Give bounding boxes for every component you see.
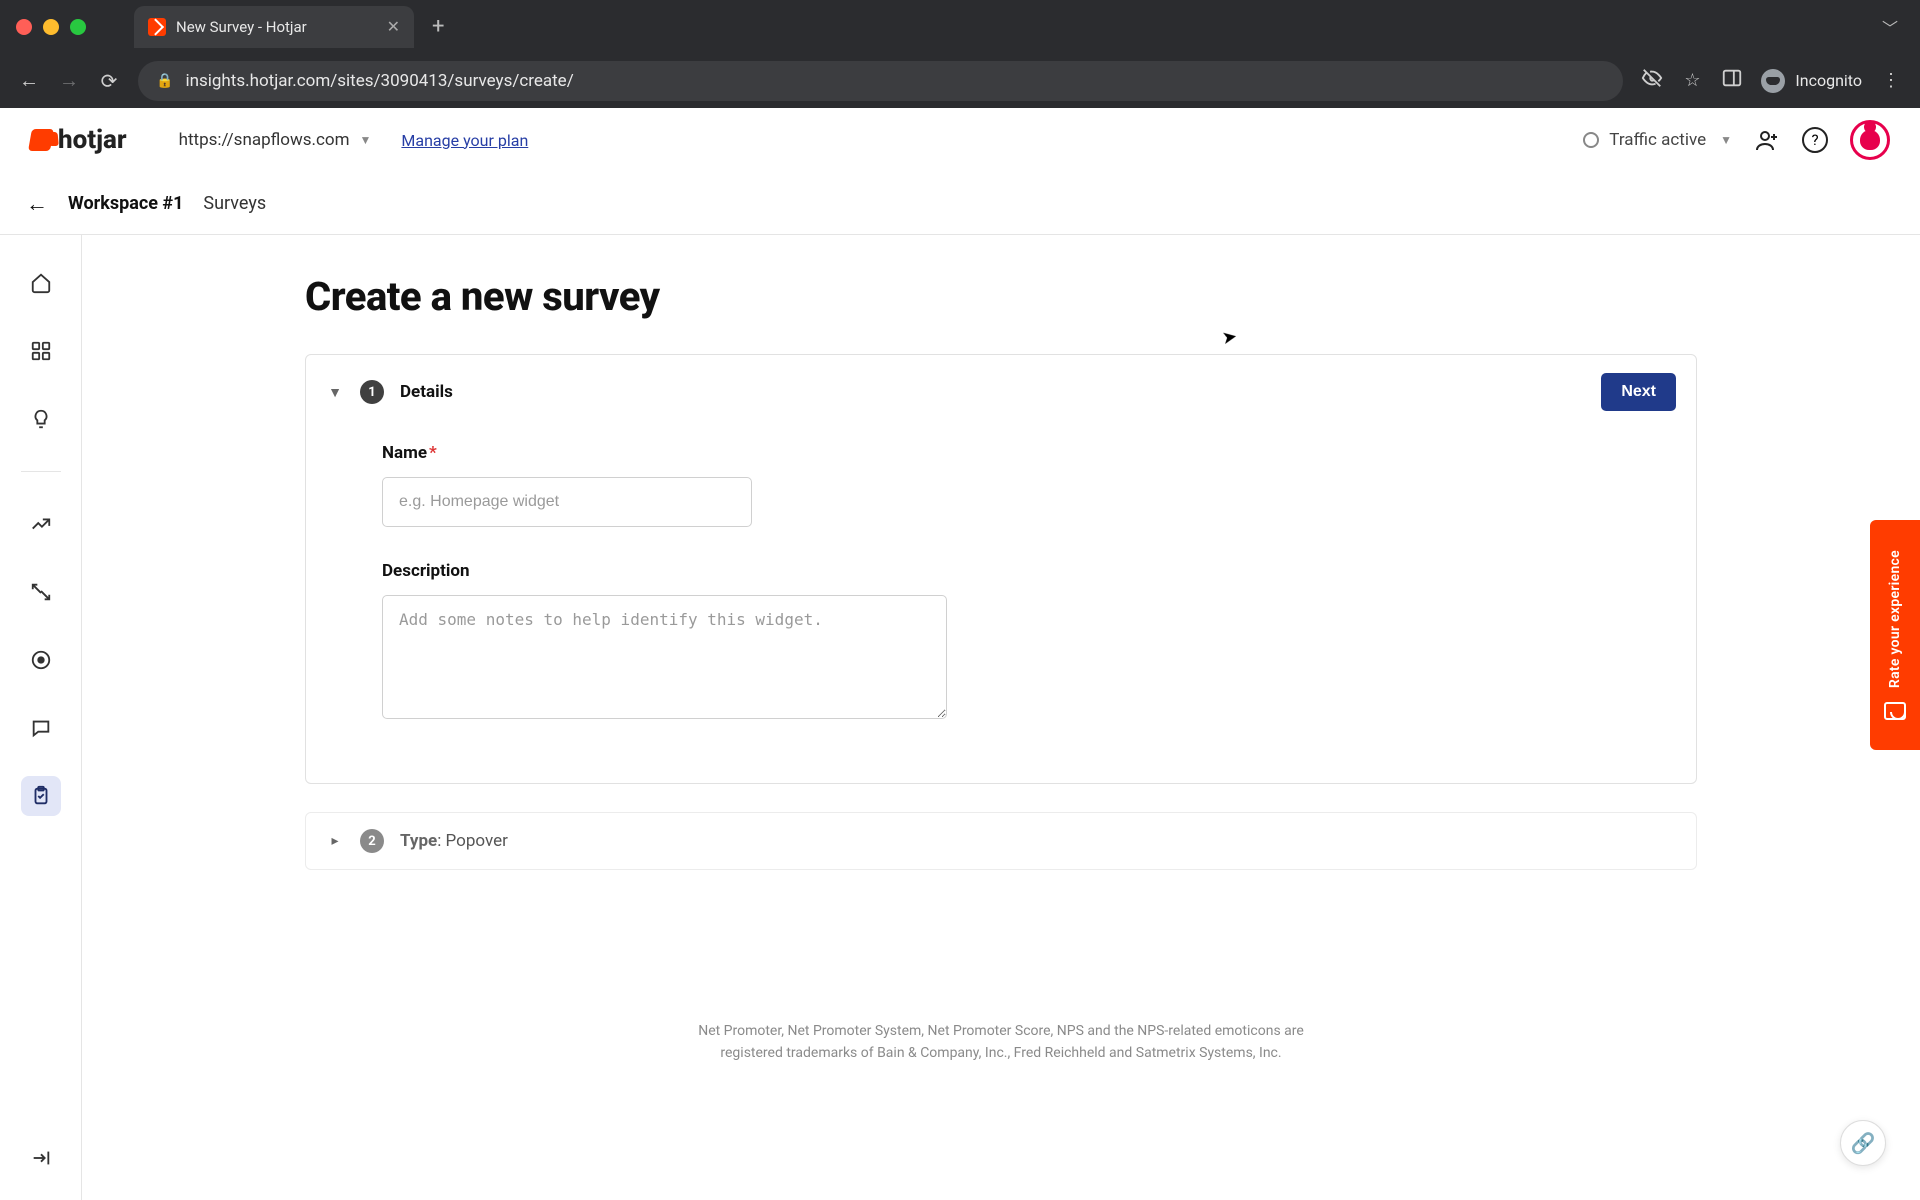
new-tab-button[interactable]: + <box>422 14 454 39</box>
site-selector-value: https://snapflows.com <box>179 130 350 150</box>
name-label-text: Name <box>382 443 427 463</box>
step-type-value: : Popover <box>437 831 508 851</box>
site-selector[interactable]: https://snapflows.com ▼ <box>179 130 372 150</box>
browser-forward-button[interactable]: → <box>58 68 80 93</box>
address-url: insights.hotjar.com/sites/3090413/survey… <box>185 71 573 91</box>
caret-right-icon: ▸ <box>326 833 344 849</box>
window-close-icon[interactable] <box>16 19 32 35</box>
status-dot-icon <box>1583 132 1599 148</box>
traffic-status-label: Traffic active <box>1609 130 1706 150</box>
feedback-tab-label: Rate your experience <box>1887 550 1903 688</box>
star-icon[interactable]: ☆ <box>1681 70 1703 91</box>
tab-strip: New Survey - Hotjar ✕ + ﹀ <box>0 0 1920 53</box>
step-number-badge: 2 <box>360 829 384 853</box>
name-field: Name* <box>382 443 1620 527</box>
window-controls <box>16 19 86 35</box>
incognito-indicator[interactable]: Incognito <box>1761 69 1862 93</box>
incognito-icon <box>1761 69 1785 93</box>
step-details-card: ▼ 1 Details Next Name* Description <box>305 354 1697 784</box>
lock-icon: 🔒 <box>156 73 173 89</box>
browser-tab[interactable]: New Survey - Hotjar ✕ <box>134 6 414 48</box>
hotjar-logo[interactable]: hotjar <box>30 125 127 155</box>
step-details-header[interactable]: ▼ 1 Details Next <box>306 355 1696 429</box>
footer-line1: Net Promoter, Net Promoter System, Net P… <box>681 1020 1321 1042</box>
page-title: Create a new survey <box>305 273 1697 320</box>
sidebar-highlights[interactable] <box>21 399 61 439</box>
app-body: Create a new survey ▼ 1 Details Next Nam… <box>0 235 1920 1200</box>
smile-icon <box>1884 702 1906 720</box>
sidebar-divider <box>21 471 61 472</box>
feedback-side-tab[interactable]: Rate your experience <box>1870 520 1920 750</box>
sidebar-collapse[interactable] <box>21 1138 61 1178</box>
invite-user-button[interactable] <box>1754 127 1780 153</box>
step-details-title: Details <box>400 382 453 402</box>
browser-menu-icon[interactable]: ⋮ <box>1880 70 1902 91</box>
chevron-down-icon: ▼ <box>360 133 372 147</box>
chevron-down-icon: ▼ <box>1720 133 1732 147</box>
main-content: Create a new survey ▼ 1 Details Next Nam… <box>82 235 1920 1200</box>
user-avatar[interactable] <box>1850 120 1890 160</box>
sidebar-home[interactable] <box>21 263 61 303</box>
manage-plan-link[interactable]: Manage your plan <box>401 131 528 150</box>
sidebar-feedback[interactable] <box>21 708 61 748</box>
window-minimize-icon[interactable] <box>43 19 59 35</box>
flame-icon <box>28 129 54 151</box>
panel-icon[interactable] <box>1721 67 1743 94</box>
tab-close-icon[interactable]: ✕ <box>387 17 400 36</box>
person-icon <box>1860 130 1880 150</box>
step-type-card: ▸ 2 Type: Popover <box>305 812 1697 870</box>
logo-text: hotjar <box>58 125 127 155</box>
breadcrumb-section[interactable]: Surveys <box>203 193 266 214</box>
name-input[interactable] <box>382 477 752 527</box>
step-type-title: Type: Popover <box>400 831 508 851</box>
sidebar-dashboard[interactable] <box>21 331 61 371</box>
footer-legal: Net Promoter, Net Promoter System, Net P… <box>681 1020 1321 1065</box>
sidebar-surveys[interactable] <box>21 776 61 816</box>
incognito-label: Incognito <box>1795 71 1862 90</box>
footer-line2: registered trademarks of Bain & Company,… <box>681 1042 1321 1064</box>
breadcrumb-workspace[interactable]: Workspace #1 <box>68 193 183 214</box>
eye-off-icon[interactable] <box>1641 67 1663 94</box>
description-label: Description <box>382 561 1620 581</box>
sidebar <box>0 235 82 1200</box>
caret-down-icon: ▼ <box>326 384 344 401</box>
browser-chrome: New Survey - Hotjar ✕ + ﹀ ← → ⟳ 🔒 insigh… <box>0 0 1920 108</box>
address-bar[interactable]: 🔒 insights.hotjar.com/sites/3090413/surv… <box>138 61 1623 101</box>
hotjar-favicon-icon <box>148 18 166 36</box>
required-asterisk: * <box>429 443 437 463</box>
next-button[interactable]: Next <box>1601 373 1676 411</box>
description-input[interactable] <box>382 595 947 719</box>
browser-back-button[interactable]: ← <box>18 68 40 93</box>
breadcrumb-bar: ← Workspace #1 Surveys <box>0 173 1920 235</box>
help-button[interactable]: ? <box>1802 127 1828 153</box>
step-details-body: Name* Description <box>306 429 1696 783</box>
step-number-badge: 1 <box>360 380 384 404</box>
tabs-overflow-icon[interactable]: ﹀ <box>1882 15 1898 39</box>
browser-toolbar: ← → ⟳ 🔒 insights.hotjar.com/sites/309041… <box>0 53 1920 108</box>
step-type-header[interactable]: ▸ 2 Type: Popover <box>306 813 1696 869</box>
sidebar-recordings[interactable] <box>21 640 61 680</box>
tab-title: New Survey - Hotjar <box>176 18 307 36</box>
description-field: Description <box>382 561 1620 723</box>
traffic-status[interactable]: Traffic active ▼ <box>1583 130 1732 150</box>
window-maximize-icon[interactable] <box>70 19 86 35</box>
browser-reload-button[interactable]: ⟳ <box>98 69 120 93</box>
app-header: hotjar https://snapflows.com ▼ Manage yo… <box>0 108 1920 173</box>
sidebar-funnels[interactable] <box>21 572 61 612</box>
back-button[interactable]: ← <box>26 191 48 217</box>
sidebar-trends[interactable] <box>21 504 61 544</box>
step-type-prefix: Type <box>400 831 437 851</box>
share-link-button[interactable]: 🔗 <box>1840 1120 1886 1166</box>
name-label: Name* <box>382 443 1620 463</box>
